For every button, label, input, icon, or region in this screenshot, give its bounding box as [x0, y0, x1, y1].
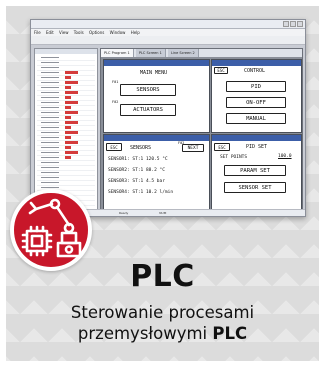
- control-title: CONTROL: [244, 68, 266, 74]
- pid-set-title: PID SET: [246, 144, 268, 150]
- menu-window: Window: [109, 30, 126, 35]
- subtitle-line-2: przemysłowymi PLC: [77, 324, 248, 343]
- subtitle-bold-plc: PLC: [212, 324, 248, 343]
- toolbar: [31, 36, 305, 45]
- pid-button: PID: [226, 81, 286, 92]
- menu-file: File: [34, 30, 41, 35]
- sensor-row-1: SENSOR1: ST:1 120.5 °C: [108, 157, 168, 162]
- panel-pid-set: ESC PID SET SET POINTS 100.0 PARAM SET S…: [211, 134, 302, 210]
- menu-edit: Edit: [45, 30, 54, 35]
- sensor-row-2: SENSOR2: ST:1 88.2 °C: [108, 168, 165, 173]
- tab-plc-program: PLC Program 1: [101, 49, 134, 57]
- menu-view: View: [59, 30, 69, 35]
- sensor-row-3: SENSOR3: ST:1 4.5 bar: [108, 179, 165, 184]
- manual-button: MANUAL: [226, 113, 286, 124]
- tab-plc-screen: PLC Screen 1: [135, 49, 166, 57]
- status-ready: Ready: [119, 211, 129, 215]
- sensors-title: SENSORS: [130, 145, 152, 151]
- robot-arm-chip-icon: [21, 198, 82, 258]
- menu-options: Options: [88, 30, 105, 35]
- card-subtitle: Sterowanie procesami przemysłowymi PLC: [6, 302, 319, 344]
- workspace: PLC Program 1 PLC Screen 1 Line Screen 2…: [100, 48, 303, 212]
- project-tree-pane: [34, 48, 98, 216]
- next-button: NEXT: [182, 144, 204, 152]
- maximize-icon: [290, 21, 296, 27]
- window-titlebar: [31, 20, 305, 29]
- sensor-row-4: SENSOR4: ST:1 10.2 l/min: [108, 190, 174, 195]
- status-num: NUM: [159, 211, 167, 215]
- tag-f02: F02: [112, 100, 119, 104]
- close-icon: [297, 21, 303, 27]
- control-back-button: ESC: [214, 67, 228, 74]
- sensors-button: SENSORS: [120, 84, 176, 96]
- param-set-button: PARAM SET: [224, 165, 286, 176]
- product-card: File Edit View Tools Options Window Help…: [6, 6, 319, 361]
- actuators-button: ACTUATORS: [120, 104, 176, 116]
- document-tabs: PLC Program 1 PLC Screen 1 Line Screen 2: [101, 49, 302, 57]
- minimize-icon: [283, 21, 289, 27]
- panel-control: ESC CONTROL PID ON-OFF MANUAL: [211, 59, 302, 133]
- setpoint-label: SET POINTS: [220, 155, 248, 160]
- tag-f01: F01: [112, 80, 119, 84]
- menu-bar: File Edit View Tools Options Window Help: [31, 29, 305, 36]
- panel-sensors: ESC SENSORS F02 NEXT SENSOR1: ST:1 120.5…: [103, 134, 210, 210]
- sensors-back-button: ESC: [106, 143, 122, 151]
- onoff-button: ON-OFF: [226, 97, 286, 108]
- tab-line-screen: Line Screen 2: [167, 49, 199, 57]
- main-menu-title: MAIN MENU: [140, 70, 168, 76]
- sensor-set-button: SENSOR SET: [224, 182, 286, 193]
- card-title: PLC: [130, 259, 195, 294]
- setpoint-value: 100.0: [278, 154, 292, 159]
- software-screenshot: File Edit View Tools Options Window Help…: [30, 19, 306, 217]
- menu-tools: Tools: [73, 30, 84, 35]
- panel-main-menu: MAIN MENU F01 SENSORS F02 ACTUATORS: [103, 59, 210, 133]
- menu-help: Help: [130, 30, 140, 35]
- subtitle-line-1: Sterowanie procesami: [70, 303, 255, 322]
- pid-back-button: ESC: [214, 143, 230, 151]
